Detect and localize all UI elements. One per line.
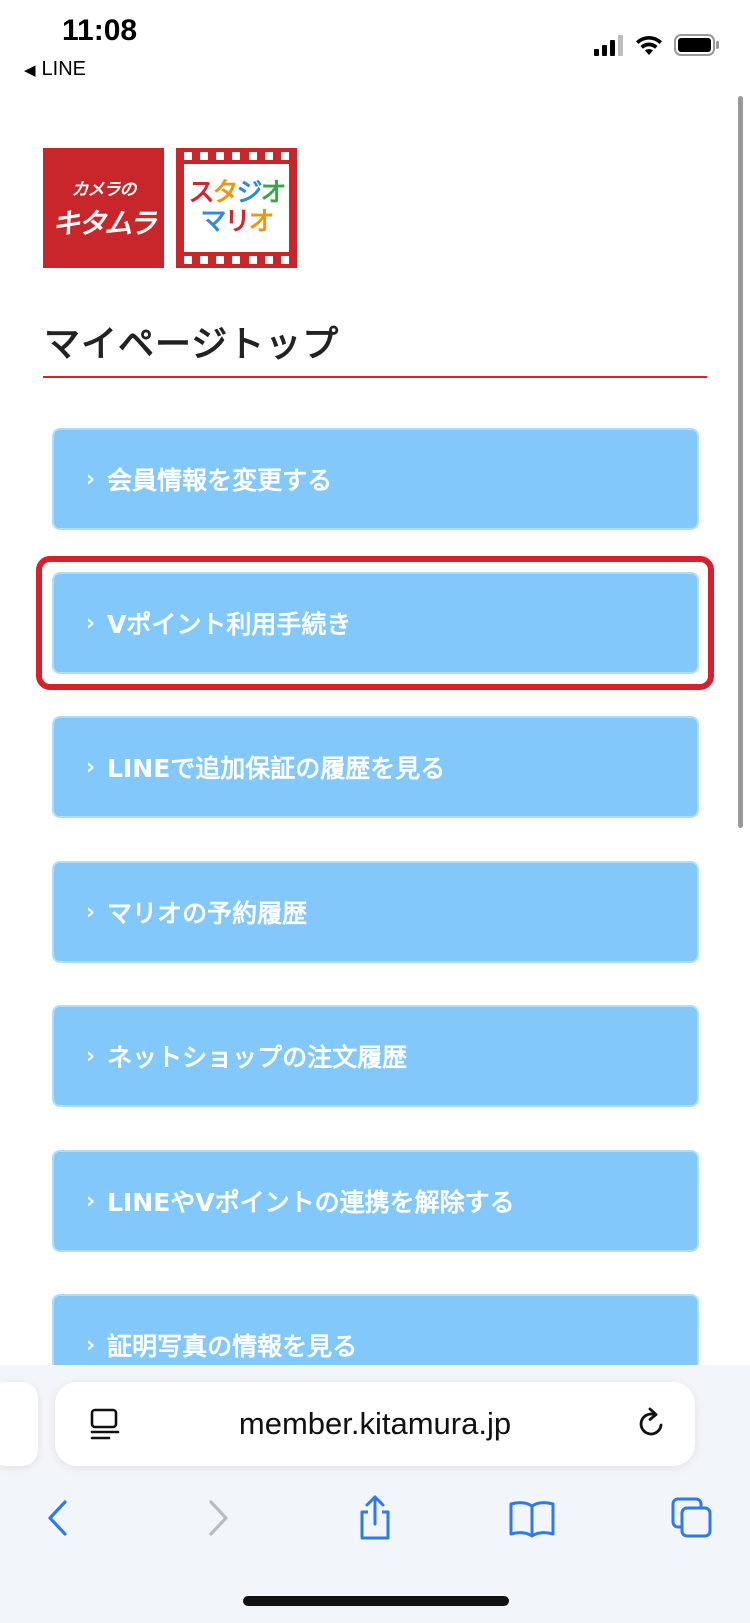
share-icon xyxy=(360,1495,390,1540)
share-button[interactable] xyxy=(345,1488,405,1548)
studio-mario-logo[interactable]: スタジオ マリオ xyxy=(176,148,297,268)
menu-button-mario-reservations[interactable]: › マリオの予約履歴 xyxy=(52,861,699,963)
film-frame: スタジオ マリオ xyxy=(184,164,289,252)
mario-logo-line2: マリオ xyxy=(200,207,274,237)
back-to-app-link[interactable]: ◀ LINE xyxy=(24,58,86,81)
reload-icon[interactable] xyxy=(631,1404,671,1444)
home-indicator[interactable] xyxy=(243,1596,509,1606)
battery-icon xyxy=(674,34,719,56)
status-bar: 11:08 ◀ LINE xyxy=(0,0,750,90)
kitamura-logo-line1: カメラの xyxy=(71,179,137,200)
status-icons xyxy=(594,30,720,60)
scroll-indicator[interactable] xyxy=(738,96,743,828)
film-holes-top xyxy=(184,152,289,160)
tabs-icon xyxy=(671,1497,712,1538)
chevron-right-icon: › xyxy=(86,1188,96,1214)
menu-button-label: LINEやVポイントの連携を解除する xyxy=(107,1188,515,1217)
cellular-signal-icon xyxy=(594,35,623,56)
back-app-label: LINE xyxy=(41,58,87,80)
forward-button[interactable] xyxy=(188,1488,248,1548)
back-triangle-icon: ◀ xyxy=(24,62,36,79)
menu-button-label: 会員情報を変更する xyxy=(107,466,333,495)
menu-button-label: 証明写真の情報を見る xyxy=(107,1332,358,1361)
wifi-icon xyxy=(636,35,662,55)
highlight-box xyxy=(36,556,714,690)
menu-button-netshop-orders[interactable]: › ネットショップの注文履歴 xyxy=(52,1005,699,1107)
menu-button-unlink-accounts[interactable]: › LINEやVポイントの連携を解除する xyxy=(52,1150,699,1252)
tabs-button[interactable] xyxy=(662,1488,722,1548)
previous-tab-peek[interactable] xyxy=(0,1382,38,1466)
chevron-right-icon: › xyxy=(86,1043,96,1069)
menu-button-label: ネットショップの注文履歴 xyxy=(107,1043,408,1072)
chevron-right-icon: › xyxy=(86,899,96,925)
browser-toolbar xyxy=(0,1480,750,1560)
bookmarks-icon xyxy=(509,1501,555,1538)
mario-logo-line1: スタジオ xyxy=(188,178,286,209)
film-holes-bottom xyxy=(184,256,289,264)
menu-button-line-warranty-history[interactable]: › LINEで追加保証の履歴を見る xyxy=(52,716,699,818)
back-icon xyxy=(48,1500,67,1536)
menu-button-label: LINEで追加保証の履歴を見る xyxy=(107,754,446,783)
kitamura-logo-line2: キタムラ xyxy=(52,206,157,240)
title-divider xyxy=(43,376,707,378)
chevron-right-icon: › xyxy=(86,1332,96,1358)
page-title: マイページトップ xyxy=(44,324,340,365)
status-time: 11:08 xyxy=(62,14,138,47)
chevron-right-icon: › xyxy=(86,466,96,492)
back-button[interactable] xyxy=(28,1488,88,1548)
forward-icon xyxy=(209,1500,228,1536)
menu-button-label: マリオの予約履歴 xyxy=(107,899,308,928)
chevron-right-icon: › xyxy=(86,754,96,780)
url-text[interactable]: member.kitamura.jp xyxy=(55,1406,695,1442)
menu-button-edit-member-info[interactable]: › 会員情報を変更する xyxy=(52,428,699,530)
address-bar[interactable]: member.kitamura.jp xyxy=(55,1382,695,1466)
kitamura-logo[interactable]: カメラの キタムラ xyxy=(43,148,164,268)
bookmarks-button[interactable] xyxy=(502,1488,562,1548)
